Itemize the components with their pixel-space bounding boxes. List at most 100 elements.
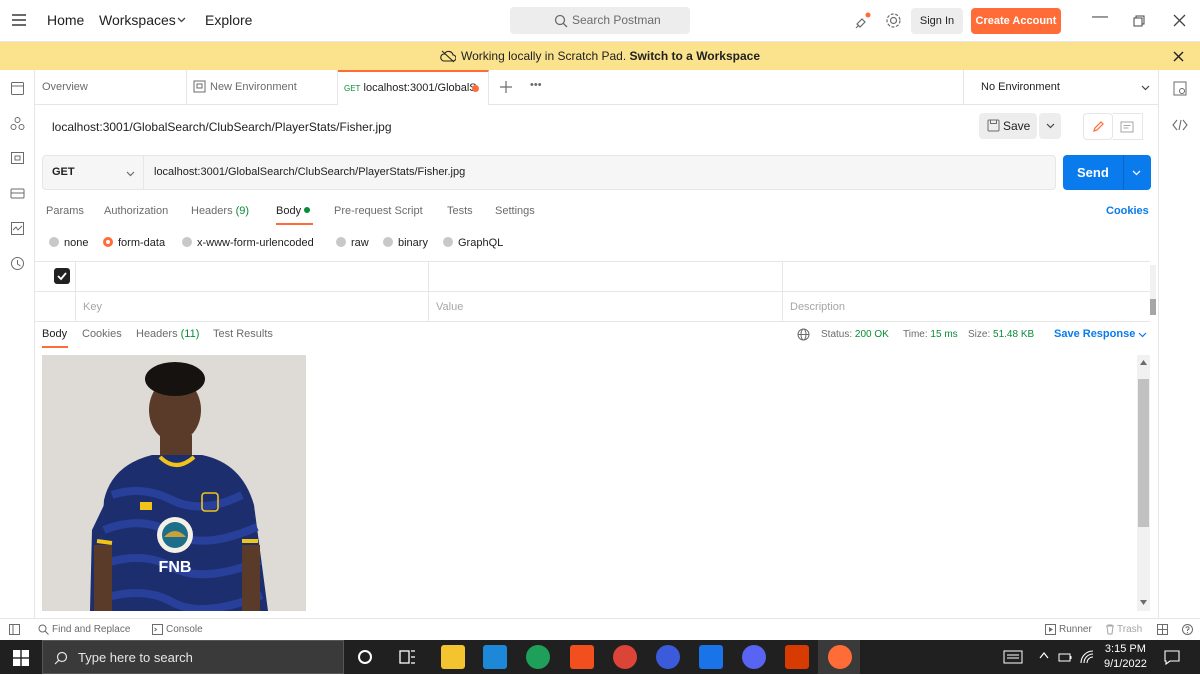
description-cell[interactable] xyxy=(782,262,1146,292)
canva-icon[interactable] xyxy=(656,645,680,669)
menu-icon[interactable] xyxy=(12,14,26,26)
environment-quicklook-icon[interactable] xyxy=(1173,81,1187,96)
help-icon[interactable] xyxy=(1182,624,1193,635)
response-tab-test-results[interactable]: Test Results xyxy=(213,328,273,340)
tab-headers[interactable]: Headers (9) xyxy=(191,205,249,217)
table-scrollbar[interactable] xyxy=(1150,265,1156,315)
value-cell[interactable] xyxy=(428,262,782,292)
tab-new-environment[interactable]: New Environment xyxy=(187,70,338,105)
postman-icon[interactable] xyxy=(828,645,852,669)
collections-icon[interactable] xyxy=(10,81,25,96)
tab-overview[interactable]: Overview xyxy=(35,70,187,105)
switch-workspace-link[interactable]: Switch to a Workspace xyxy=(630,49,760,63)
globe-icon[interactable] xyxy=(797,328,810,341)
edit-button[interactable] xyxy=(1083,113,1113,140)
trash-button[interactable]: Trash xyxy=(1117,624,1142,635)
url-input[interactable]: localhost:3001/GlobalSearch/ClubSearch/P… xyxy=(143,155,1056,190)
vscode-icon[interactable] xyxy=(483,645,507,669)
notifications-tray-icon[interactable] xyxy=(1003,650,1023,664)
time-value: 15 ms xyxy=(930,329,958,340)
radio-urlencoded[interactable]: x-www-form-urlencoded xyxy=(182,237,314,249)
search-input[interactable]: Search Postman xyxy=(510,7,690,34)
tab-tests[interactable]: Tests xyxy=(447,205,473,217)
tab-body[interactable]: Body xyxy=(276,205,311,217)
task-view-icon[interactable] xyxy=(399,649,416,665)
key-field[interactable]: Key xyxy=(75,292,429,322)
scroll-up-icon[interactable] xyxy=(1140,360,1147,365)
environment-selector[interactable]: No Environment xyxy=(963,70,1158,105)
request-title[interactable]: localhost:3001/GlobalSearch/ClubSearch/P… xyxy=(52,120,392,134)
history-icon[interactable] xyxy=(10,256,25,271)
radio-form-data[interactable]: form-data xyxy=(103,237,165,249)
runner-button[interactable]: Runner xyxy=(1059,624,1092,635)
table-scroll-thumb[interactable] xyxy=(1150,299,1156,315)
response-image: FNB xyxy=(42,355,306,611)
response-scroll-thumb[interactable] xyxy=(1138,379,1149,527)
tab-settings[interactable]: Settings xyxy=(495,205,535,217)
value-field[interactable]: Value xyxy=(428,292,782,322)
mock-servers-icon[interactable] xyxy=(10,186,25,201)
environments-icon[interactable] xyxy=(10,151,25,166)
discord-icon[interactable] xyxy=(742,645,766,669)
windows-start-icon[interactable] xyxy=(13,650,29,666)
satellite-icon[interactable] xyxy=(854,12,872,30)
sign-in-button[interactable]: Sign In xyxy=(911,8,963,34)
radio-binary[interactable]: binary xyxy=(383,237,428,249)
chrome-icon[interactable] xyxy=(613,645,637,669)
settings-icon[interactable] xyxy=(885,12,902,29)
wifi-icon[interactable] xyxy=(1080,650,1094,664)
save-response-button[interactable]: Save Response xyxy=(1054,328,1135,340)
comments-button[interactable] xyxy=(1113,113,1143,140)
l-app-icon[interactable] xyxy=(699,645,723,669)
system-clock[interactable]: 3:15 PM 9/1/2022 xyxy=(1104,642,1147,672)
office-icon[interactable] xyxy=(785,645,809,669)
cookies-link[interactable]: Cookies xyxy=(1106,205,1149,217)
save-button[interactable]: Save xyxy=(979,113,1037,139)
minimize-icon[interactable]: — xyxy=(1092,8,1108,26)
radio-graphql[interactable]: GraphQL xyxy=(443,237,503,249)
scroll-down-icon[interactable] xyxy=(1140,600,1147,605)
nav-explore[interactable]: Explore xyxy=(205,12,252,28)
apis-icon[interactable] xyxy=(10,116,25,131)
response-tab-headers[interactable]: Headers (11) xyxy=(136,328,199,340)
restore-icon[interactable] xyxy=(1133,15,1145,27)
sidebar-toggle-icon[interactable] xyxy=(9,624,20,635)
create-account-button[interactable]: Create Account xyxy=(971,8,1061,34)
figma-icon[interactable] xyxy=(570,645,594,669)
code-icon[interactable] xyxy=(1172,119,1188,131)
action-center-icon[interactable] xyxy=(1164,649,1180,665)
method-select[interactable]: GET xyxy=(42,155,144,190)
tab-params[interactable]: Params xyxy=(46,205,84,217)
send-button[interactable]: Send xyxy=(1063,155,1151,190)
chevron-down-icon[interactable] xyxy=(1138,332,1147,338)
edge-icon[interactable] xyxy=(526,645,550,669)
response-tab-cookies[interactable]: Cookies xyxy=(82,328,122,340)
console-button[interactable]: Console xyxy=(166,624,203,635)
response-tab-body[interactable]: Body xyxy=(42,328,67,340)
radio-none[interactable]: none xyxy=(49,237,88,249)
tab-request-active[interactable]: GET localhost:3001/GlobalS xyxy=(338,70,489,105)
banner-close-icon[interactable] xyxy=(1173,51,1184,62)
cortana-icon[interactable] xyxy=(357,649,373,665)
description-field[interactable]: Description xyxy=(782,292,1146,322)
find-replace-button[interactable]: Find and Replace xyxy=(52,624,130,635)
taskbar-search-input[interactable]: Type here to search xyxy=(42,640,344,674)
key-cell[interactable] xyxy=(75,262,429,292)
response-scrollbar[interactable] xyxy=(1137,355,1150,611)
chevron-down-icon[interactable] xyxy=(1132,170,1141,176)
file-explorer-icon[interactable] xyxy=(441,645,465,669)
tab-prerequest-script[interactable]: Pre-request Script xyxy=(334,205,423,217)
more-tabs-icon[interactable]: ••• xyxy=(530,79,542,91)
radio-raw[interactable]: raw xyxy=(336,237,369,249)
save-options-button[interactable] xyxy=(1039,113,1061,139)
battery-icon[interactable] xyxy=(1058,650,1072,664)
nav-home[interactable]: Home xyxy=(47,12,84,28)
row-checkbox[interactable] xyxy=(54,268,70,284)
nav-workspaces[interactable]: Workspaces xyxy=(99,12,176,28)
tray-expand-icon[interactable] xyxy=(1039,652,1049,659)
tab-authorization[interactable]: Authorization xyxy=(104,205,168,217)
layout-icon[interactable] xyxy=(1157,624,1168,635)
monitors-icon[interactable] xyxy=(10,221,25,236)
close-icon[interactable] xyxy=(1173,14,1186,27)
new-tab-plus-icon[interactable] xyxy=(500,81,512,93)
